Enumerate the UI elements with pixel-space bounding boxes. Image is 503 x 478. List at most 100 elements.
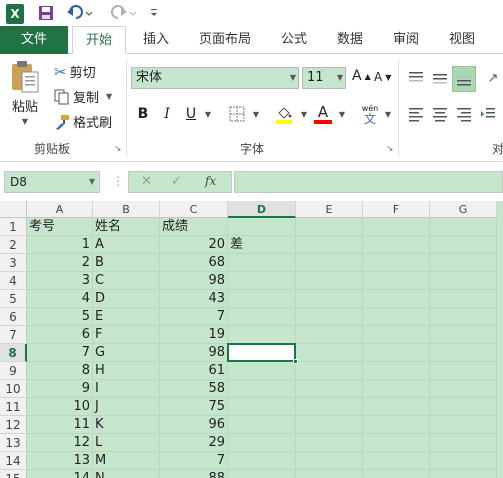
cell-c9[interactable]: 61 (160, 362, 228, 380)
redo-icon[interactable] (108, 3, 140, 23)
cell-c12[interactable]: 96 (160, 416, 228, 434)
enter-icon[interactable]: ✓ (171, 174, 182, 189)
cell-d14[interactable] (228, 452, 296, 470)
cell-a1[interactable]: 考号 (27, 218, 93, 236)
cell-f5[interactable] (363, 290, 430, 308)
row-header-2[interactable]: 2 (0, 236, 27, 254)
shrink-font-button[interactable]: A ▼ (374, 70, 391, 84)
column-header-d[interactable]: D (228, 201, 296, 218)
dialog-launcher-icon[interactable]: ↘ (386, 144, 394, 154)
cell-e4[interactable] (296, 272, 363, 290)
tab-view[interactable]: 视图 (440, 26, 484, 54)
cell-f14[interactable] (363, 452, 430, 470)
orientation-button[interactable]: ↗ (484, 66, 502, 90)
italic-button[interactable]: I (158, 102, 176, 126)
cell-e9[interactable] (296, 362, 363, 380)
cell-c3[interactable]: 68 (160, 254, 228, 272)
row-header-7[interactable]: 7 (0, 326, 27, 344)
tab-insert[interactable]: 插入 (134, 26, 178, 54)
save-icon[interactable] (36, 3, 56, 23)
chevron-down-icon[interactable]: ▼ (202, 102, 214, 126)
cell-a4[interactable]: 3 (27, 272, 93, 290)
cell-a2[interactable]: 1 (27, 236, 93, 254)
name-box[interactable]: D8 ▼ (4, 171, 100, 193)
phonetic-button[interactable]: wén 文 (358, 102, 382, 126)
cell-g3[interactable] (430, 254, 497, 272)
cell-b1[interactable]: 姓名 (93, 218, 160, 236)
chevron-down-icon[interactable]: ▼ (250, 102, 262, 126)
cell-e1[interactable] (296, 218, 363, 236)
column-header-a[interactable]: A (27, 201, 93, 218)
cell-d15[interactable] (228, 470, 296, 478)
cell-b10[interactable]: I (93, 380, 160, 398)
cell-g12[interactable] (430, 416, 497, 434)
cell-f4[interactable] (363, 272, 430, 290)
cell-d3[interactable] (228, 254, 296, 272)
cell-c5[interactable]: 43 (160, 290, 228, 308)
tab-file[interactable]: 文件 (0, 26, 68, 54)
cell-e7[interactable] (296, 326, 363, 344)
cell-b11[interactable]: J (93, 398, 160, 416)
cell-e11[interactable] (296, 398, 363, 416)
worksheet-grid[interactable]: A B C D E F G 1 考号 姓名 成绩 2 1 A 20 差 3 2 B 68 4 3 C 98 5 4 D 43 6 5 E 7 7… (0, 201, 503, 478)
cell-f7[interactable] (363, 326, 430, 344)
row-header-1[interactable]: 1 (0, 218, 27, 236)
row-header-12[interactable]: 12 (0, 416, 27, 434)
cell-b13[interactable]: L (93, 434, 160, 452)
cancel-icon[interactable]: ✕ (141, 174, 152, 189)
cell-g2[interactable] (430, 236, 497, 254)
cell-e8[interactable] (296, 344, 363, 362)
cell-b15[interactable]: N (93, 470, 160, 478)
dialog-launcher-icon[interactable]: ↘ (114, 144, 122, 154)
column-header-e[interactable]: E (296, 201, 363, 218)
cell-f2[interactable] (363, 236, 430, 254)
cell-d10[interactable] (228, 380, 296, 398)
font-name-select[interactable]: 宋体 ▼ (131, 67, 299, 89)
cut-button[interactable]: ✂ 剪切 (54, 62, 96, 82)
cell-f13[interactable] (363, 434, 430, 452)
paste-button[interactable]: 粘贴 ▼ (10, 60, 40, 126)
cell-f11[interactable] (363, 398, 430, 416)
cell-c14[interactable]: 7 (160, 452, 228, 470)
cell-f3[interactable] (363, 254, 430, 272)
cell-d7[interactable] (228, 326, 296, 344)
align-bottom-button[interactable] (452, 66, 476, 92)
chevron-down-icon[interactable]: ▼ (298, 102, 310, 126)
font-color-button[interactable]: A (312, 102, 334, 126)
fill-color-button[interactable] (272, 102, 296, 126)
cell-a13[interactable]: 12 (27, 434, 93, 452)
cell-a11[interactable]: 10 (27, 398, 93, 416)
cell-f6[interactable] (363, 308, 430, 326)
cell-e14[interactable] (296, 452, 363, 470)
tab-home[interactable]: 开始 (72, 26, 126, 55)
cell-g15[interactable] (430, 470, 497, 478)
cell-a5[interactable]: 4 (27, 290, 93, 308)
cell-e5[interactable] (296, 290, 363, 308)
cell-e6[interactable] (296, 308, 363, 326)
cell-f1[interactable] (363, 218, 430, 236)
column-header-b[interactable]: B (93, 201, 160, 218)
select-all-button[interactable] (0, 201, 27, 218)
cell-g14[interactable] (430, 452, 497, 470)
cell-c7[interactable]: 19 (160, 326, 228, 344)
row-header-4[interactable]: 4 (0, 272, 27, 290)
cell-b3[interactable]: B (93, 254, 160, 272)
cell-g6[interactable] (430, 308, 497, 326)
cell-g1[interactable] (430, 218, 497, 236)
row-header-15[interactable]: 15 (0, 470, 27, 478)
cell-d4[interactable] (228, 272, 296, 290)
active-cell-outline[interactable] (227, 343, 296, 362)
cell-f12[interactable] (363, 416, 430, 434)
cell-f9[interactable] (363, 362, 430, 380)
chevron-down-icon[interactable]: ▼ (336, 102, 348, 126)
cell-e10[interactable] (296, 380, 363, 398)
cell-g8[interactable] (430, 344, 497, 362)
cell-g11[interactable] (430, 398, 497, 416)
column-header-f[interactable]: F (363, 201, 430, 218)
cell-g13[interactable] (430, 434, 497, 452)
align-right-button[interactable] (454, 102, 474, 126)
tab-data[interactable]: 数据 (328, 26, 372, 54)
font-size-select[interactable]: 11 ▼ (302, 67, 346, 89)
cell-f15[interactable] (363, 470, 430, 478)
cell-b9[interactable]: H (93, 362, 160, 380)
